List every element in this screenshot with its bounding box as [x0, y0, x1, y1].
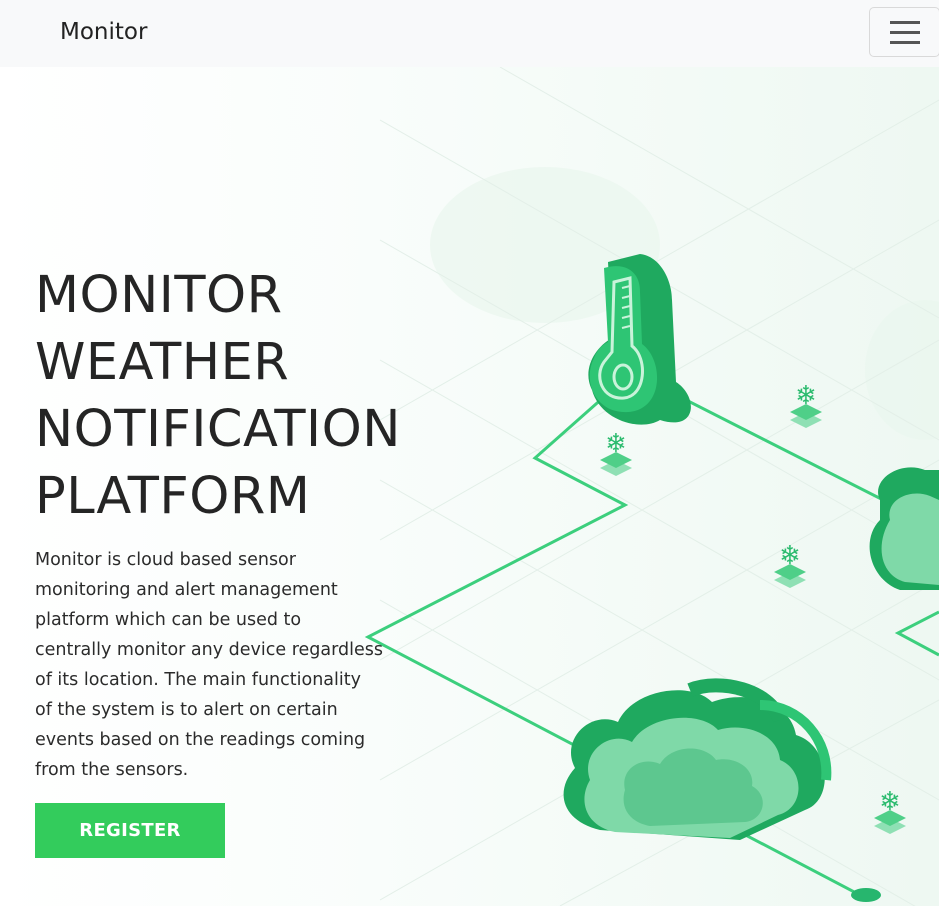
description-line: of its location. The main functionality	[35, 670, 361, 690]
svg-text:❄: ❄	[779, 541, 801, 571]
snowflake-icon: ❄	[600, 429, 632, 476]
snowflake-icon: ❄	[774, 541, 806, 588]
svg-text:❄: ❄	[879, 787, 901, 817]
menu-toggle-button[interactable]	[869, 7, 939, 57]
hero-description: Monitor is cloud based sensor monitoring…	[35, 545, 385, 785]
svg-text:❄: ❄	[795, 381, 817, 411]
description-line: centrally monitor any device regardless	[35, 640, 383, 660]
hero-title-line: MONITOR	[35, 266, 283, 325]
description-line: platform which can be used to	[35, 610, 302, 630]
navbar: Monitor	[0, 0, 939, 67]
description-line: monitoring and alert management	[35, 580, 338, 600]
description-line: of the system is to alert on certain	[35, 700, 338, 720]
hero-title-line: WEATHER	[35, 333, 290, 392]
description-line: Monitor is cloud based sensor	[35, 550, 296, 570]
hero-section: ❄ ❄ ❄ ❄ MONITOR WEATHER NOTIFICATION PLA…	[0, 67, 939, 906]
snowflake-icon: ❄	[874, 787, 906, 834]
description-line: from the sensors.	[35, 760, 189, 780]
description-line: events based on the readings coming	[35, 730, 366, 750]
svg-text:❄: ❄	[605, 429, 627, 459]
cloud-icon	[869, 467, 939, 590]
hero-title-line: PLATFORM	[35, 467, 311, 526]
snowflake-icon: ❄	[790, 381, 822, 428]
hero-title: MONITOR WEATHER NOTIFICATION PLATFORM	[35, 262, 455, 530]
brand-link[interactable]: Monitor	[60, 19, 147, 45]
hero-title-line: NOTIFICATION	[35, 400, 401, 459]
cloud-icon	[563, 678, 832, 840]
register-button[interactable]: REGISTER	[35, 803, 225, 858]
